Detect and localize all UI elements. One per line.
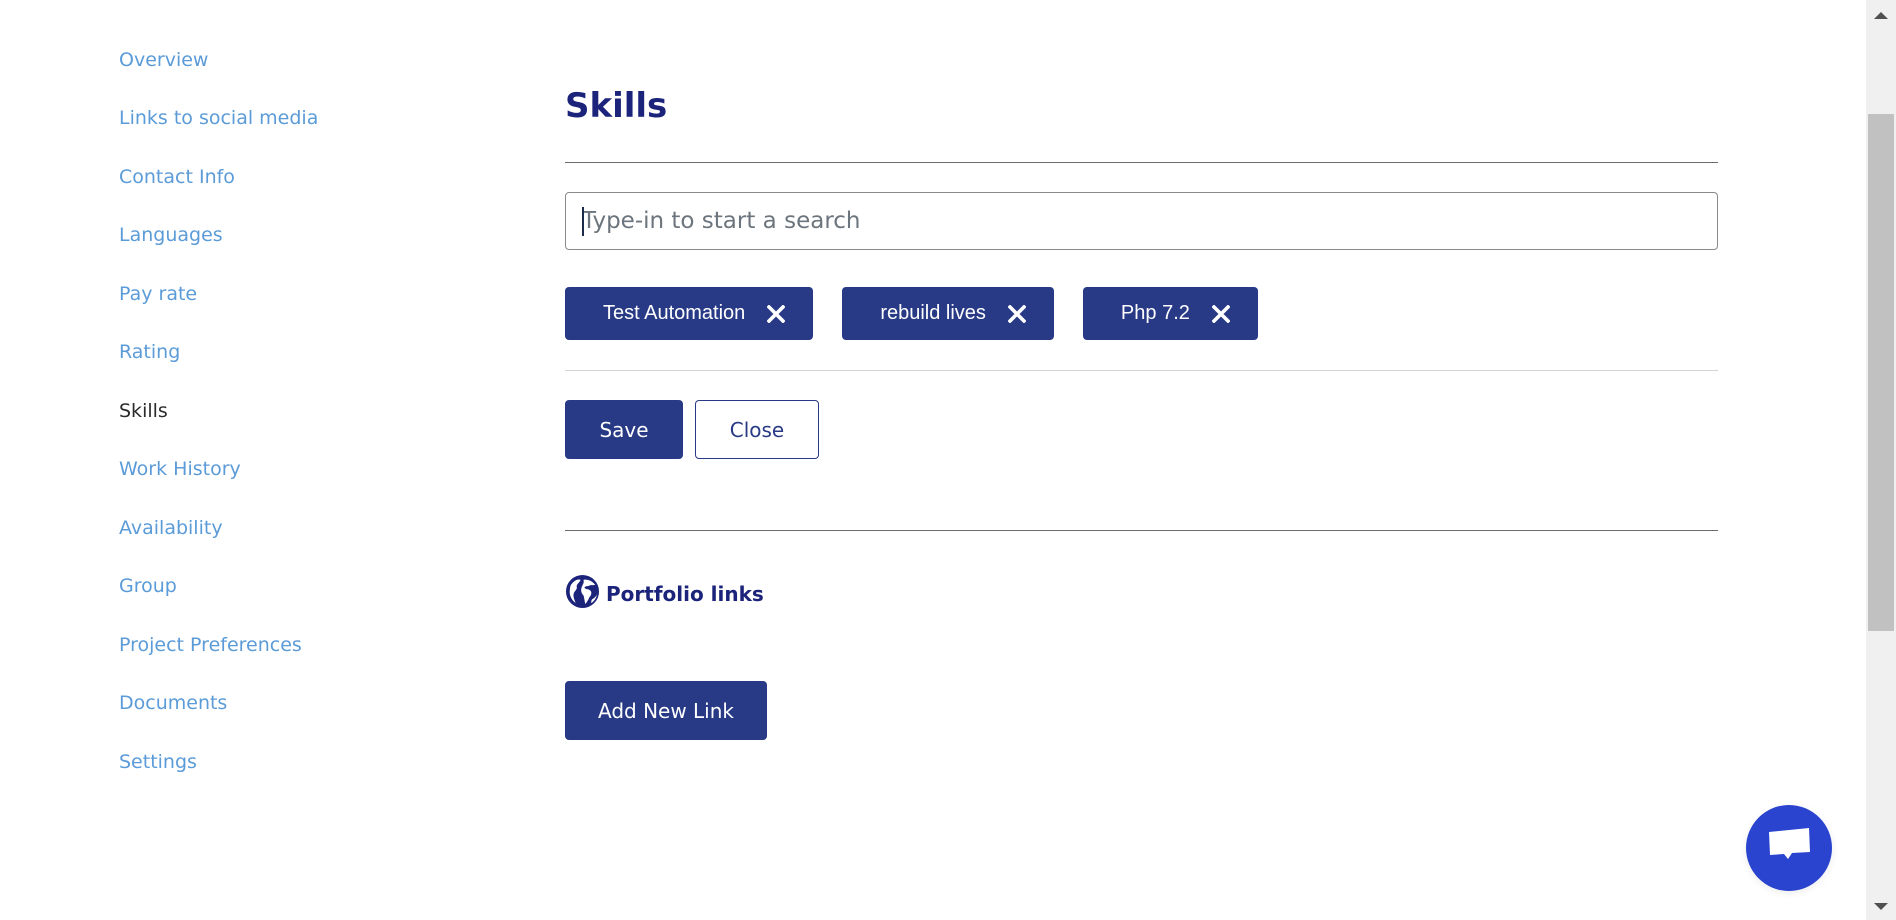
- scrollbar-thumb[interactable]: [1868, 114, 1894, 631]
- section-divider: [565, 530, 1718, 531]
- skill-chip-label: rebuild lives: [880, 302, 986, 324]
- scroll-up-arrow-icon[interactable]: [1874, 12, 1888, 19]
- sidebar-item-rating[interactable]: Rating: [119, 340, 180, 364]
- sidebar-item-languages[interactable]: Languages: [119, 223, 223, 247]
- sidebar-item-settings[interactable]: Settings: [119, 750, 197, 774]
- save-button[interactable]: Save: [565, 400, 683, 459]
- add-new-link-button[interactable]: Add New Link: [565, 681, 767, 740]
- globe-icon: [565, 574, 600, 613]
- skill-chip: Php 7.2: [1082, 287, 1258, 340]
- sidebar-item-availability[interactable]: Availability: [119, 516, 223, 540]
- skills-search-input[interactable]: [565, 192, 1718, 250]
- chat-bubble-icon: [1767, 826, 1811, 870]
- sidebar-item-pay-rate[interactable]: Pay rate: [119, 282, 197, 306]
- sidebar-item-skills[interactable]: Skills: [119, 399, 168, 423]
- skill-chip-label: Test Automation: [603, 302, 746, 324]
- skill-chips: Test Automation rebuild lives Php 7.2: [565, 287, 1258, 340]
- portfolio-links-label: Portfolio links: [606, 581, 764, 606]
- skill-chip-label: Php 7.2: [1120, 302, 1190, 324]
- vertical-scrollbar[interactable]: [1866, 0, 1896, 920]
- text-caret: [582, 207, 584, 236]
- title-divider: [565, 162, 1718, 163]
- sidebar-item-project-preferences[interactable]: Project Preferences: [119, 633, 302, 657]
- sidebar-item-links-to-social-media[interactable]: Links to social media: [119, 106, 318, 130]
- sidebar-item-group[interactable]: Group: [119, 574, 177, 598]
- sidebar-item-work-history[interactable]: Work History: [119, 457, 241, 481]
- page-title: Skills: [565, 86, 668, 126]
- portfolio-links-header: Portfolio links: [565, 574, 764, 613]
- chat-widget-button[interactable]: [1746, 805, 1832, 891]
- chips-divider: [565, 370, 1718, 371]
- close-icon[interactable]: [765, 303, 787, 325]
- sidebar-item-overview[interactable]: Overview: [119, 48, 208, 72]
- close-button[interactable]: Close: [695, 400, 819, 459]
- scroll-down-arrow-icon[interactable]: [1874, 903, 1888, 910]
- skill-chip: rebuild lives: [842, 287, 1054, 340]
- close-icon[interactable]: [1210, 303, 1232, 325]
- sidebar-item-contact-info[interactable]: Contact Info: [119, 165, 235, 189]
- close-icon[interactable]: [1006, 303, 1028, 325]
- skill-chip: Test Automation: [565, 287, 814, 340]
- sidebar-item-documents[interactable]: Documents: [119, 691, 227, 715]
